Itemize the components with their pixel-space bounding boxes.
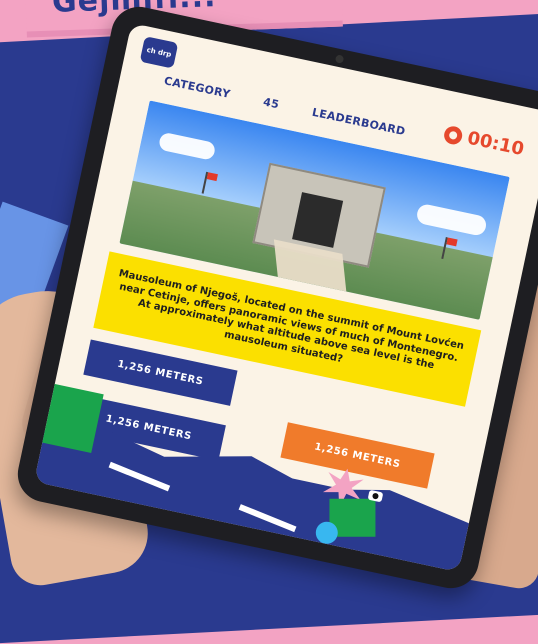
leaderboard-link[interactable]: LEADERBOARD [311,105,407,137]
app-logo: ch drp [139,36,179,69]
answer-button-3[interactable]: 1,256 METERS [280,422,435,489]
alarm-clock-icon [442,124,464,146]
score-value: 45 [262,94,281,111]
category-link[interactable]: CATEGORY [163,74,232,101]
